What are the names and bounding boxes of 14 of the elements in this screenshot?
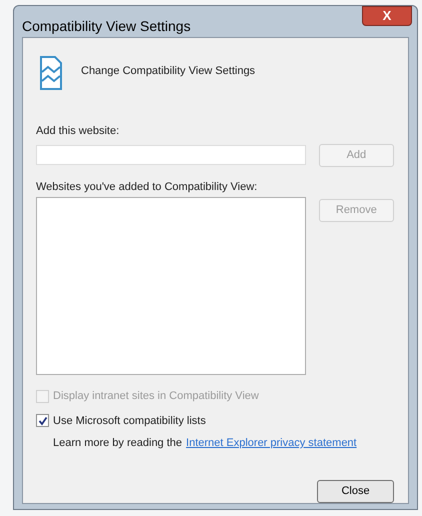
checkbox-label: Use Microsoft compatibility lists [53,414,206,428]
list-label: Websites you've added to Compatibility View: [36,180,258,194]
field-label: Add this website: [36,124,120,139]
header-text: Change Compatibility View Settings [81,64,256,79]
close-dialog-button[interactable]: Close [317,480,394,502]
privacy-statement-link[interactable]: Internet Explorer privacy statement [186,435,357,452]
document-icon [39,55,63,91]
website-input-field[interactable] [36,145,306,165]
checkbox-label: Display intranet sites in Compatibility View [53,389,259,404]
window-title: Compatibility View Settings [22,17,191,36]
websites-list[interactable] [36,197,306,375]
window-close-button[interactable]: X [362,6,412,26]
learn-more-text: Learn more by reading the [53,436,182,451]
checkbox[interactable] [36,414,49,428]
